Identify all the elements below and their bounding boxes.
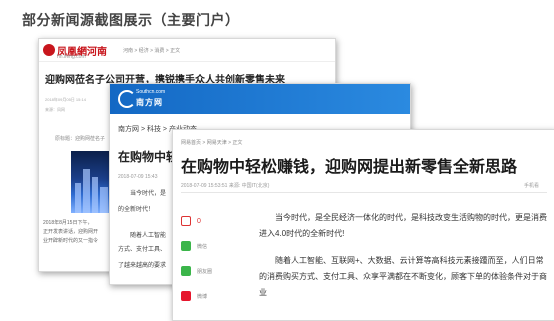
article-body: 当今时代，是全民经济一体化的时代，是科技改变生活购物的时代，更是消费进入4.0时… — [259, 210, 549, 312]
article-date: 2018-07-09 15:43 — [118, 174, 158, 180]
phoenix-icon — [43, 44, 55, 56]
article-meta: 2018-07-09 15:53:51 来源: 中国IT(北京) — [181, 183, 270, 189]
city-skyline-image — [71, 151, 111, 213]
breadcrumb[interactable]: 网易首页 > 网易天津 > 正文 — [181, 139, 242, 146]
divider — [181, 192, 547, 193]
weibo-icon — [181, 291, 191, 301]
share-label: 朋友圈 — [197, 268, 213, 275]
slide-title: 部分新闻源截图展示（主要门户） — [22, 12, 240, 28]
article-headline: 在购物中轻松赚钱，迎购网提出新零售全新思路 — [181, 159, 518, 176]
ifeng-site-url: hn.ifeng.com — [57, 54, 86, 60]
body-line: 方式、支付工具、 — [118, 247, 167, 253]
southcn-logo-icon — [118, 90, 136, 108]
paragraph: 随着人工智能、互联网+、大数据、云计算等高科技元素接踵而至，人们日常的消费购买方… — [259, 256, 547, 297]
netease-tianjin-screenshot: 网易首页 > 网易天津 > 正文 在购物中轻松赚钱，迎购网提出新零售全新思路 2… — [172, 129, 554, 321]
share-weibo-button[interactable]: 微博 — [181, 289, 221, 303]
moments-icon — [181, 266, 191, 276]
body-line: 当今时代，是 — [130, 191, 167, 197]
body-line: 的全新时代！ — [118, 207, 155, 213]
share-sidebar: 0 微信 朋友圈 微博 — [181, 214, 221, 314]
share-label: 微博 — [197, 293, 208, 300]
share-label: 微信 — [197, 243, 208, 250]
southcn-domain: Southcn.com — [136, 89, 166, 95]
comment-count: 0 — [197, 217, 201, 225]
comment-icon — [181, 216, 191, 226]
paragraph: 当今时代，是全民经济一体化的时代，是科技改变生活购物的时代，更是消费进入4.0时… — [259, 213, 547, 238]
southcn-logo-name[interactable]: 南方网 — [136, 97, 163, 108]
wechat-icon — [181, 241, 191, 251]
breadcrumb[interactable]: 河南 > 经济 > 消费 > 正文 — [123, 47, 180, 54]
original-title: 原标题：迎购网莅名子 — [55, 136, 106, 142]
share-wechat-button[interactable]: 微信 — [181, 239, 221, 253]
article-source: 来源：凤网 — [45, 107, 65, 112]
mobile-view-link[interactable]: 手机看 — [524, 182, 539, 189]
comment-button[interactable]: 0 — [181, 214, 221, 228]
body-line: 随着人工智能 — [130, 233, 167, 239]
southcn-header: Southcn.com 南方网 — [110, 84, 410, 114]
article-date: 2018年09月05日 15:14 — [45, 97, 86, 102]
share-moments-button[interactable]: 朋友圈 — [181, 264, 221, 278]
body-line: 了越来越高的要求 — [118, 263, 167, 269]
